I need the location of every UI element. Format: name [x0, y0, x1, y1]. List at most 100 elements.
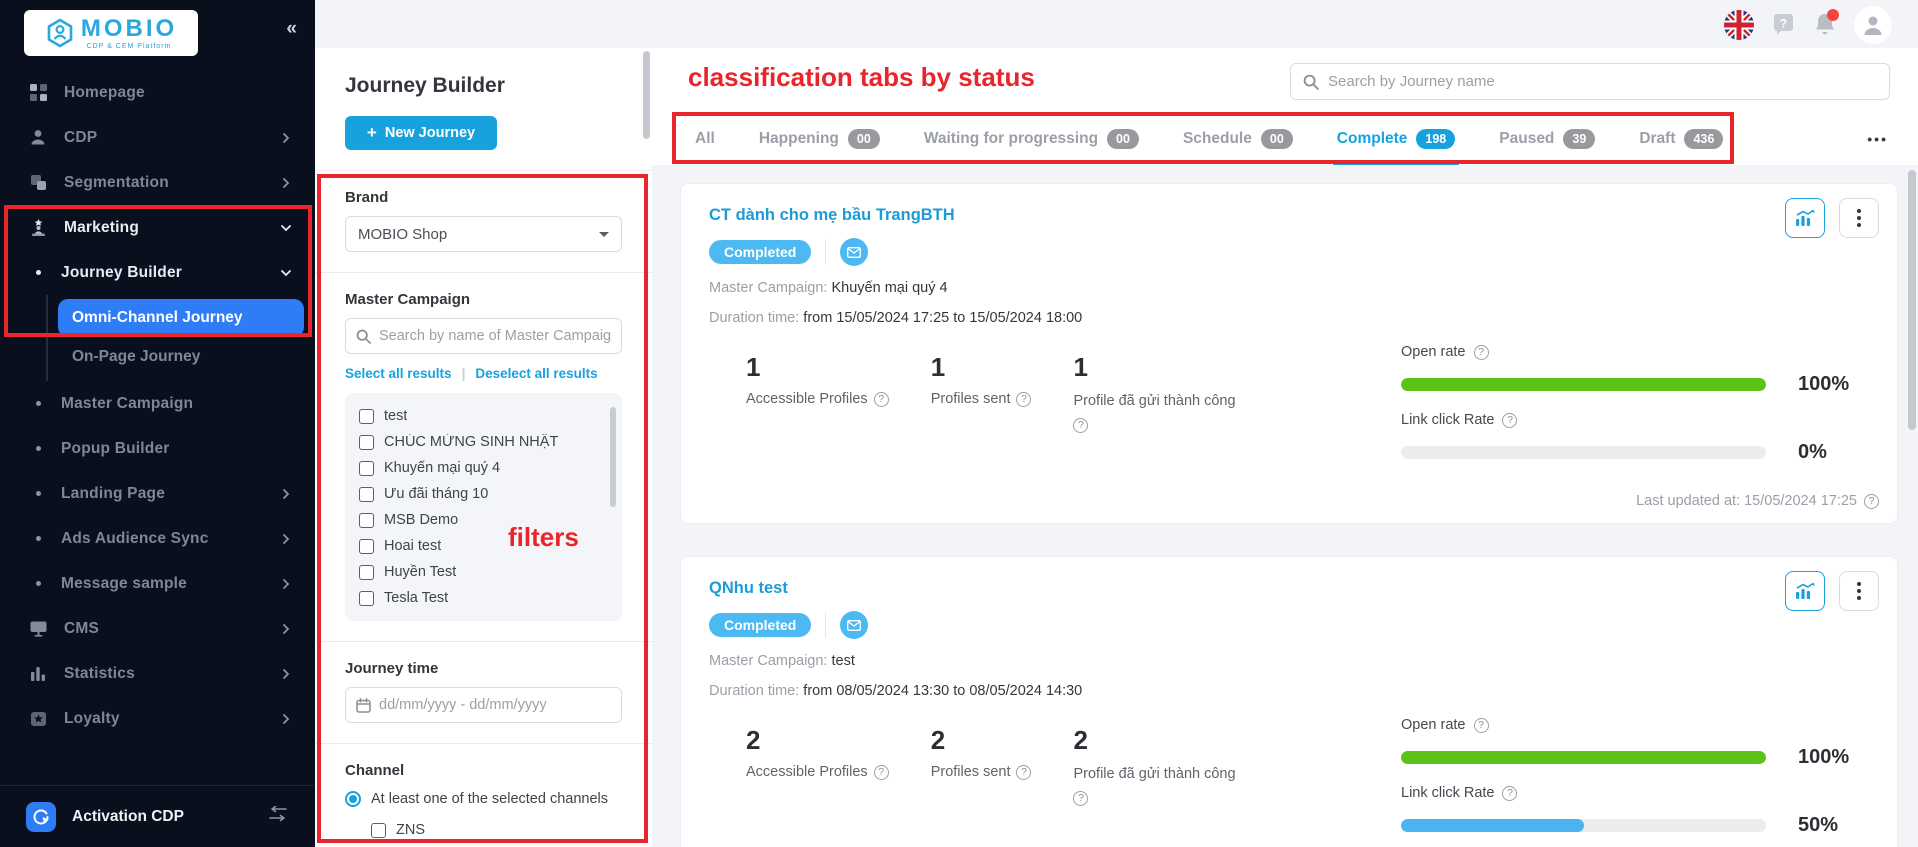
- campaign-checkbox-row[interactable]: Ưu đãi tháng 10: [359, 481, 608, 507]
- help-icon[interactable]: ?: [1502, 785, 1518, 801]
- filter-panel: Journey Builder + New Journey Brand MOBI…: [315, 48, 652, 847]
- journey-title[interactable]: QNhu test: [709, 579, 1869, 598]
- help-icon[interactable]: ?: [1771, 13, 1796, 38]
- sidebar-item-marketing[interactable]: Marketing: [0, 205, 315, 250]
- master-campaign-search[interactable]: [345, 318, 622, 354]
- status-tab[interactable]: Complete 198: [1332, 113, 1460, 165]
- checkbox-icon[interactable]: [359, 564, 374, 580]
- journey-report-button[interactable]: [1785, 198, 1825, 238]
- chevron-down-icon: [281, 269, 291, 276]
- status-tab[interactable]: Schedule 00: [1183, 113, 1293, 165]
- journey-title[interactable]: CT dành cho mẹ bầu TrangBTH: [709, 206, 1869, 225]
- swap-arrows-icon[interactable]: [267, 805, 289, 827]
- tab-label: Draft: [1639, 130, 1676, 147]
- sidebar-item-popup-builder[interactable]: Popup Builder: [0, 426, 315, 471]
- sidebar-item-message-sample[interactable]: Message sample: [0, 561, 315, 606]
- sidebar-collapse-icon[interactable]: «: [286, 18, 297, 40]
- sidebar-item-on-page-journey[interactable]: On-Page Journey: [58, 337, 315, 377]
- sidebar-item-landing-page[interactable]: Landing Page: [0, 471, 315, 516]
- page-scrollbar-thumb[interactable]: [1908, 170, 1916, 430]
- sidebar-item-journey-builder[interactable]: Journey Builder: [0, 250, 315, 295]
- filter-panel-scrollbar-thumb[interactable]: [643, 51, 650, 139]
- help-icon[interactable]: ?: [873, 764, 889, 780]
- more-options-icon[interactable]: •••: [1867, 131, 1888, 147]
- status-tab[interactable]: Draft 436: [1639, 113, 1724, 165]
- checkbox-icon[interactable]: [359, 434, 374, 450]
- deselect-all-link[interactable]: Deselect all results: [475, 366, 597, 381]
- stat-label: Profile đã gửi thành công: [1073, 766, 1236, 782]
- sidebar-item-segmentation[interactable]: Segmentation: [0, 160, 315, 205]
- tab-label: Paused: [1499, 130, 1555, 147]
- help-icon[interactable]: ?: [1502, 412, 1518, 428]
- stat-value: 2: [930, 725, 946, 755]
- campaign-checkbox-row[interactable]: test: [359, 403, 608, 429]
- new-journey-button[interactable]: + New Journey: [345, 116, 497, 150]
- sidebar-item-ads-audience-sync[interactable]: Ads Audience Sync: [0, 516, 315, 561]
- status-tab[interactable]: Waiting for progressing 00: [924, 113, 1139, 165]
- checkbox-icon[interactable]: [359, 590, 374, 606]
- campaign-checkbox-row[interactable]: Hoai test: [359, 533, 608, 559]
- sidebar-item-cms[interactable]: CMS: [0, 606, 315, 651]
- page-title: Journey Builder: [345, 74, 505, 97]
- help-icon[interactable]: ?: [1864, 493, 1879, 509]
- channel-radio-option[interactable]: At least one of the selected channels: [345, 791, 622, 807]
- journey-time-input[interactable]: [379, 697, 611, 713]
- sidebar-item-omni-channel-journey[interactable]: Omni-Channel Journey: [58, 299, 304, 337]
- help-icon[interactable]: ?: [1073, 418, 1089, 434]
- checkbox-icon[interactable]: [359, 512, 374, 528]
- campaign-checkbox-row[interactable]: Huyền Test: [359, 559, 608, 585]
- list-scrollbar-thumb[interactable]: [610, 407, 616, 507]
- checkbox-icon[interactable]: [359, 486, 374, 502]
- language-uk-flag-icon[interactable]: [1724, 10, 1754, 40]
- sidebar-item-label: CDP: [64, 128, 98, 146]
- mobio-logo[interactable]: MOBIO CDP & CEM Platform: [24, 10, 198, 56]
- status-tab[interactable]: All: [695, 113, 715, 165]
- journey-search-box[interactable]: [1290, 63, 1890, 100]
- campaign-checkbox-row[interactable]: Khuyến mại quý 4: [359, 455, 608, 481]
- select-all-link[interactable]: Select all results: [345, 366, 452, 381]
- journey-search-input[interactable]: [1328, 73, 1877, 90]
- journey-menu-button[interactable]: [1839, 198, 1879, 238]
- sidebar-item-statistics[interactable]: Statistics: [0, 651, 315, 696]
- master-campaign-filter-label: Master Campaign: [345, 291, 471, 308]
- stat-label: Profiles sent: [930, 764, 1011, 780]
- stat-value: 1: [746, 352, 761, 382]
- help-icon[interactable]: ?: [1473, 344, 1489, 360]
- checkbox-icon[interactable]: [359, 460, 374, 476]
- channel-filter-label: Channel: [345, 762, 405, 779]
- help-icon[interactable]: ?: [1016, 391, 1032, 407]
- help-icon[interactable]: ?: [1016, 764, 1032, 780]
- help-icon[interactable]: ?: [1473, 717, 1489, 733]
- status-tab[interactable]: Paused 39: [1499, 113, 1596, 165]
- radio-selected-icon[interactable]: [345, 791, 361, 807]
- checkbox-icon[interactable]: [371, 822, 386, 838]
- sidebar-item-cdp[interactable]: CDP: [0, 115, 315, 160]
- open-rate-label: Open rate: [1401, 717, 1466, 733]
- brand-select[interactable]: MOBIO Shop: [345, 216, 622, 252]
- journey-menu-button[interactable]: [1839, 571, 1879, 611]
- stat-label: Accessible Profiles: [746, 764, 868, 780]
- campaign-checkbox-row[interactable]: CHÚC MỪNG SINH NHẬT: [359, 429, 608, 455]
- channel-checkbox-row[interactable]: ZNS: [371, 817, 622, 843]
- sidebar-item-master-campaign[interactable]: Master Campaign: [0, 381, 315, 426]
- sidebar-item-label: Homepage: [64, 83, 145, 101]
- checkbox-icon[interactable]: [359, 538, 374, 554]
- status-tab[interactable]: Happening 00: [759, 113, 880, 165]
- master-campaign-search-input[interactable]: [379, 328, 611, 344]
- checkbox-icon[interactable]: [359, 408, 374, 424]
- bar-chart-icon: [28, 666, 48, 682]
- sidebar-nav: Homepage CDP Segmentation Marketing Jour…: [0, 70, 315, 741]
- campaign-checkbox-row[interactable]: MSB Demo: [359, 507, 608, 533]
- account-avatar[interactable]: [1854, 6, 1892, 44]
- calendar-icon: [356, 697, 371, 713]
- journey-time-range[interactable]: [345, 687, 622, 723]
- journey-report-button[interactable]: [1785, 571, 1825, 611]
- help-icon[interactable]: ?: [1073, 791, 1089, 807]
- campaign-label: Tesla Test: [384, 590, 449, 606]
- rate-section: Open rate? 100% Link click Rate? 0%: [1401, 344, 1866, 480]
- sidebar-item-loyalty[interactable]: Loyalty: [0, 696, 315, 741]
- campaign-checkbox-row[interactable]: Tesla Test: [359, 585, 608, 611]
- help-icon[interactable]: ?: [873, 391, 889, 407]
- sidebar-item-homepage[interactable]: Homepage: [0, 70, 315, 115]
- notifications-bell-icon[interactable]: [1813, 9, 1839, 38]
